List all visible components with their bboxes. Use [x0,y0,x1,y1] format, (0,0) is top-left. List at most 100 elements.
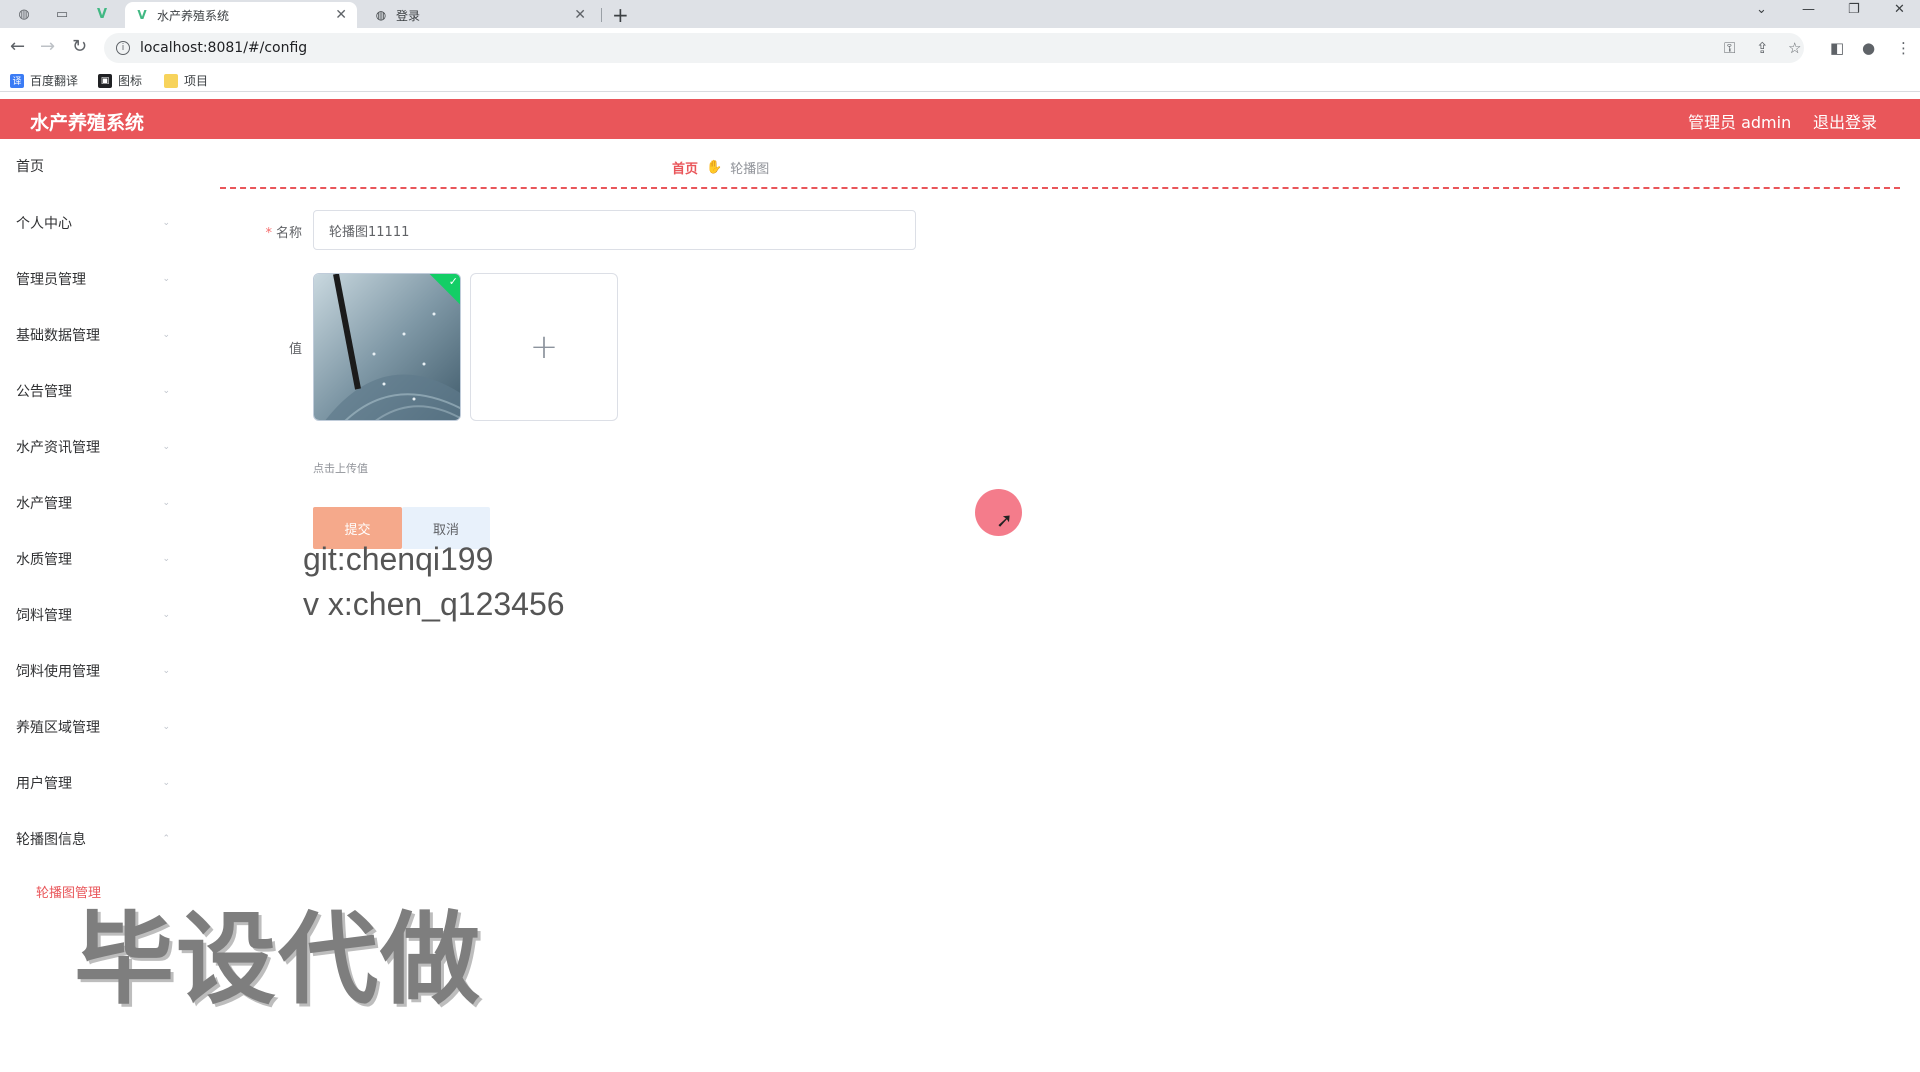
chevron-down-icon: ⌄ [162,498,170,508]
sidebar-item-carousel[interactable]: 轮播图信息 ⌃ [0,819,180,859]
info-icon[interactable]: i [116,41,130,55]
hand-icon: ✋ [706,160,723,175]
star-icon[interactable]: ☆ [1788,39,1801,57]
browser-tabstrip: ◍ ▭ V V 水产养殖系统 ✕ ◍ 登录 ✕ + ⌄ — ❐ ✕ [0,0,1920,28]
sidebar-item-feed-usage[interactable]: 饲料使用管理 ⌄ [0,651,180,691]
bookmark-item[interactable]: 项目 [164,72,208,89]
value-label: 值 [288,342,302,357]
sidebar-item-label: 首页 [16,159,44,175]
logout-button[interactable]: 退出登录 [1813,109,1877,133]
address-bar[interactable]: i localhost:8081/#/config [104,33,1804,63]
sidepanel-icon[interactable]: ◧ [1830,39,1844,57]
tab-divider [601,8,602,22]
plus-icon: + [529,327,559,367]
check-icon: ✓ [448,274,458,288]
name-input[interactable] [313,210,916,250]
bookmarks-bar: 译 百度翻译 ▣ 图标 项目 [0,68,1920,92]
close-icon[interactable]: ✕ [574,7,586,23]
sidebar-item-label: 水产资讯管理 [16,440,100,456]
upload-hint: 点击上传值 [313,462,368,475]
sidebar-item-profile[interactable]: 个人中心 ⌄ [0,203,180,243]
watermark-big-text: 毕设代做 [74,901,482,1018]
chevron-up-icon: ⌃ [162,834,170,844]
share-icon[interactable]: ⇪ [1756,39,1769,57]
vue-icon: V [137,8,147,22]
sidebar-item-admin[interactable]: 管理员管理 ⌄ [0,259,180,299]
sidebar-item-label: 水产管理 [16,496,72,512]
reload-button[interactable]: ↻ [72,36,87,57]
breadcrumb-current: 轮播图 [730,162,770,177]
window-close-button[interactable]: ✕ [1894,2,1905,17]
user-label: 管理员 admin [1688,113,1792,132]
chevron-down-icon: ⌄ [162,610,170,620]
chevron-down-icon: ⌄ [162,722,170,732]
uploaded-image-thumbnail[interactable]: ✓ [313,273,461,421]
sidebar-item-label: 公告管理 [16,384,72,400]
chevron-down-icon: ⌄ [162,330,170,340]
chevron-down-icon[interactable]: ⌄ [1756,2,1767,17]
sidebar-item-label: 个人中心 [16,216,72,232]
sidebar-item-label: 水质管理 [16,552,72,568]
key-icon[interactable]: ⚿ [1724,39,1735,57]
image-icon: ▣ [98,73,112,88]
sidebar-item-label: 养殖区域管理 [16,720,100,736]
tab-active[interactable]: V 水产养殖系统 ✕ [125,2,357,28]
folder-icon [164,73,178,88]
blank-tab-icon[interactable]: ▭ [48,4,76,24]
bookmark-label: 百度翻译 [30,74,79,88]
forward-button[interactable]: → [40,36,55,57]
restore-button[interactable]: ❐ [1848,2,1860,17]
watermark-wechat: v x:chen_q123456 [303,586,565,622]
name-label: * 名称 [254,222,302,241]
divider [220,187,1900,189]
close-icon[interactable]: ✕ [335,7,347,23]
chevron-down-icon: ⌄ [162,274,170,284]
vue-icon[interactable]: V [88,4,116,24]
sidebar-item-home[interactable]: 首页 [0,146,180,186]
bookmark-label: 图标 [118,74,143,88]
globe-icon[interactable]: ◍ [10,4,38,24]
globe-icon: ◍ [375,8,387,22]
sidebar-item-basedata[interactable]: 基础数据管理 ⌄ [0,315,180,355]
app-header: 水产养殖系统 管理员 admin 退出登录 [0,99,1920,139]
profile-icon[interactable]: ● [1862,39,1875,57]
sidebar-item-news[interactable]: 水产资讯管理 ⌄ [0,427,180,467]
tab-login[interactable]: ◍ 登录 ✕ [364,2,596,28]
breadcrumb-home[interactable]: 首页 [672,158,698,177]
bookmark-label: 项目 [184,74,209,88]
chevron-down-icon: ⌄ [162,778,170,788]
sidebar-item-label: 基础数据管理 [16,328,100,344]
url-text: localhost:8081/#/config [140,40,308,56]
sidebar-item-label: 饲料使用管理 [16,664,100,680]
name-label-text: 名称 [275,226,302,241]
sidebar-item-label: 管理员管理 [16,272,86,288]
chevron-down-icon: ⌄ [162,386,170,396]
chevron-down-icon: ⌄ [162,666,170,676]
umbrella-image [314,274,460,420]
sidebar-item-label: 饲料管理 [16,608,72,624]
more-icon[interactable]: ⋮ [1896,39,1911,57]
upload-add-button[interactable]: + [470,273,618,421]
new-tab-button[interactable]: + [612,3,629,27]
sidebar-item-label: 用户管理 [16,776,72,792]
chevron-down-icon: ⌄ [162,442,170,452]
sidebar-item-water[interactable]: 水质管理 ⌄ [0,539,180,579]
tab-title: 水产养殖系统 [157,8,230,23]
bookmark-item[interactable]: ▣ 图标 [98,72,142,89]
back-button[interactable]: ← [10,36,25,57]
sidebar-item-notice[interactable]: 公告管理 ⌄ [0,371,180,411]
app-title: 水产养殖系统 [30,112,145,134]
breadcrumb: 首页 ✋ 轮播图 [672,158,769,177]
sidebar-item-aquatic[interactable]: 水产管理 ⌄ [0,483,180,523]
chevron-down-icon: ⌄ [162,218,170,228]
sidebar-item-label: 轮播图信息 [16,832,86,848]
bookmark-item[interactable]: 译 百度翻译 [10,72,78,89]
mouse-cursor-icon: ➚ [996,508,1013,532]
sidebar-item-feed[interactable]: 饲料管理 ⌄ [0,595,180,635]
translate-icon: 译 [10,73,24,88]
sidebar-item-users[interactable]: 用户管理 ⌄ [0,763,180,803]
watermark-git: git:chenqi199 [303,541,494,577]
sidebar-item-area[interactable]: 养殖区域管理 ⌄ [0,707,180,747]
browser-toolbar: ← → ↻ i localhost:8081/#/config ⚿ ⇪ ☆ ◧ … [0,28,1920,68]
minimize-button[interactable]: — [1802,2,1815,17]
